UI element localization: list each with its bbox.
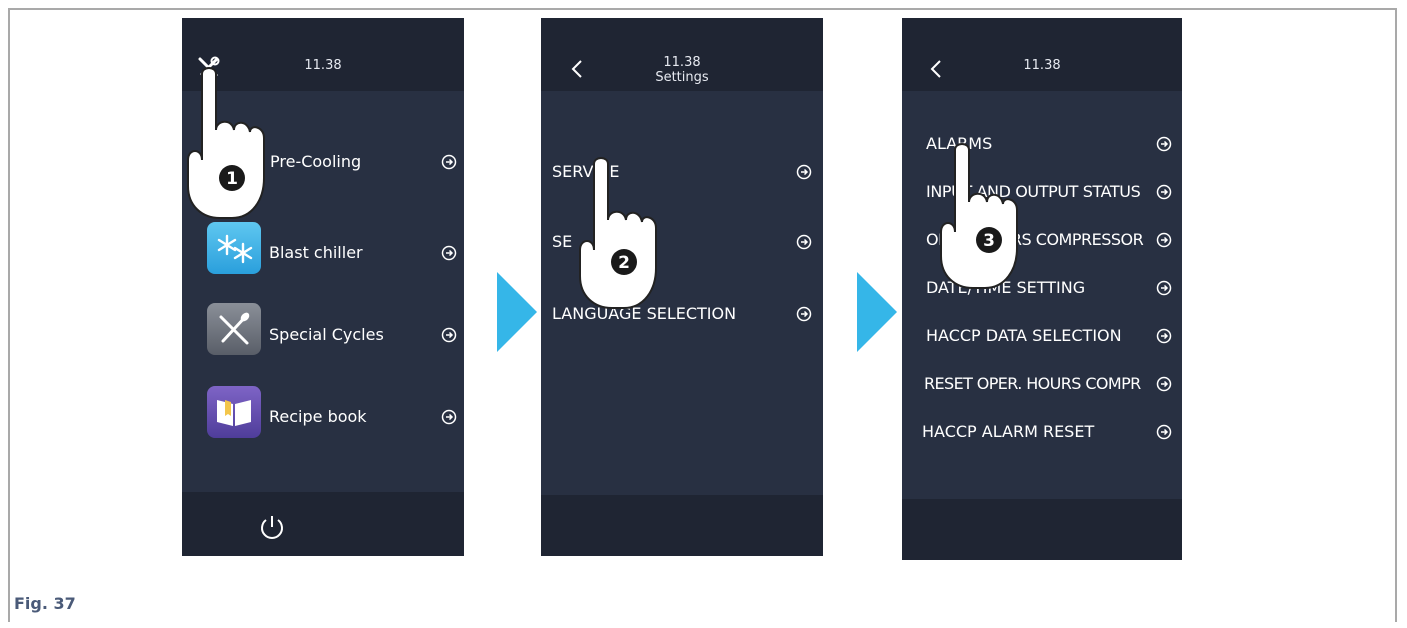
arrow-right-circle-icon: [1156, 232, 1172, 248]
header: 11.38 Settings: [541, 55, 823, 85]
arrow-right-circle-icon: [1156, 280, 1172, 296]
arrow-right-circle-icon: [796, 306, 812, 322]
step-number: 3: [983, 231, 995, 251]
menu-item-label: Blast chiller: [269, 243, 363, 262]
pointing-hand-step-2: 2: [579, 157, 657, 309]
arrow-right-circle-icon: [796, 234, 812, 250]
menu-item-reset-oper-hours[interactable]: RESET OPER. HOURS COMPR: [902, 364, 1182, 404]
arrow-right-circle-icon: [441, 154, 457, 170]
arrow-right-circle-icon: [1156, 424, 1172, 440]
arrow-right-circle-icon: [441, 409, 457, 425]
clock-time: 11.38: [663, 55, 701, 70]
power-icon[interactable]: [257, 512, 287, 542]
step-arrow-2: [857, 272, 897, 352]
arrow-right-circle-icon: [796, 164, 812, 180]
arrow-right-circle-icon: [1156, 184, 1172, 200]
menu-item-label: RESET OPER. HOURS COMPR: [924, 374, 1141, 393]
bottom-bar: [541, 495, 823, 556]
menu-item-recipe-book[interactable]: Recipe book: [182, 397, 464, 437]
step-number: 1: [226, 169, 238, 189]
pointing-hand-step-1: 1: [187, 67, 265, 219]
menu-item-label: Special Cycles: [269, 325, 384, 344]
clock-time: 11.38: [1023, 58, 1061, 73]
arrow-right-circle-icon: [441, 245, 457, 261]
page-title: Settings: [655, 70, 709, 85]
step-arrow-1: [497, 272, 537, 352]
menu-item-label: HACCP ALARM RESET: [922, 422, 1095, 441]
pointing-hand-step-3: 3: [940, 143, 1018, 289]
menu-item-blast-chiller[interactable]: Blast chiller: [182, 233, 464, 273]
menu-item-haccp-alarm-reset[interactable]: HACCP ALARM RESET: [902, 412, 1182, 452]
bottom-bar: [902, 499, 1182, 560]
figure-caption: Fig. 37: [14, 594, 76, 613]
menu-item-label: SE: [552, 232, 573, 251]
arrow-right-circle-icon: [441, 327, 457, 343]
menu-item-label: Recipe book: [269, 407, 367, 426]
arrow-right-circle-icon: [1156, 328, 1172, 344]
bottom-bar: [182, 492, 464, 556]
top-bar: 11.38 Settings: [541, 18, 823, 91]
menu-item-haccp-data-selection[interactable]: HACCP DATA SELECTION: [902, 316, 1182, 356]
menu-item-label: HACCP DATA SELECTION: [926, 326, 1122, 345]
arrow-right-circle-icon: [1156, 136, 1172, 152]
step-number: 2: [618, 253, 630, 273]
top-bar: 11.38: [902, 18, 1182, 91]
menu-item-special-cycles[interactable]: Special Cycles: [182, 315, 464, 355]
menu-item-label: Pre-Cooling: [270, 152, 362, 171]
arrow-right-circle-icon: [1156, 376, 1172, 392]
